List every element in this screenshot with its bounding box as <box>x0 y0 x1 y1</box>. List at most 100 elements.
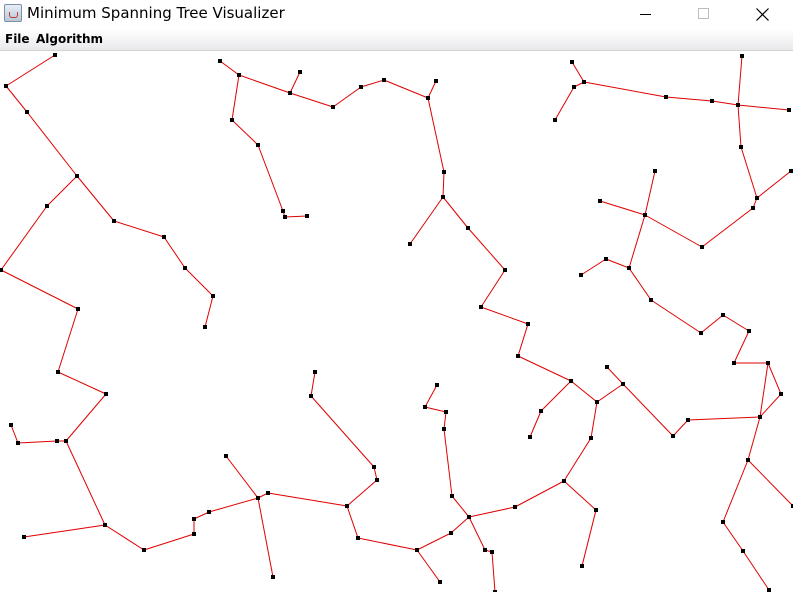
graph-node[interactable] <box>382 78 386 82</box>
graph-node[interactable] <box>767 588 771 592</box>
graph-node[interactable] <box>589 436 593 440</box>
graph-node[interactable] <box>426 96 430 100</box>
graph-node[interactable] <box>271 575 275 579</box>
graph-node[interactable] <box>256 143 260 147</box>
graph-node[interactable] <box>55 439 59 443</box>
graph-node[interactable] <box>627 266 631 270</box>
graph-node[interactable] <box>444 410 448 414</box>
graph-node[interactable] <box>553 118 557 122</box>
graph-node[interactable] <box>736 103 740 107</box>
graph-node[interactable] <box>309 394 313 398</box>
graph-node[interactable] <box>331 105 335 109</box>
graph-node[interactable] <box>142 548 146 552</box>
graph-node[interactable] <box>192 532 196 536</box>
graph-node[interactable] <box>224 454 228 458</box>
graph-node[interactable] <box>513 505 517 509</box>
graph-node[interactable] <box>192 517 196 521</box>
graph-node[interactable] <box>755 196 759 200</box>
graph-node[interactable] <box>467 515 471 519</box>
graph-node[interactable] <box>579 273 583 277</box>
graph-node[interactable] <box>582 80 586 84</box>
graph-node[interactable] <box>479 305 483 309</box>
graph-node[interactable] <box>721 313 725 317</box>
graph-node[interactable] <box>700 245 704 249</box>
graph-node[interactable] <box>686 418 690 422</box>
graph-node[interactable] <box>76 307 80 311</box>
graph-node[interactable] <box>298 70 302 74</box>
menu-file[interactable]: File <box>5 32 30 46</box>
graph-node[interactable] <box>207 510 211 514</box>
graph-node[interactable] <box>605 365 609 369</box>
graph-node[interactable] <box>441 195 445 199</box>
graph-node[interactable] <box>664 95 668 99</box>
graph-node[interactable] <box>305 214 309 218</box>
graph-node[interactable] <box>621 382 625 386</box>
graph-node[interactable] <box>721 520 725 524</box>
graph-node[interactable] <box>503 268 507 272</box>
graph-node[interactable] <box>516 354 520 358</box>
graph-node[interactable] <box>595 400 599 404</box>
graph-node[interactable] <box>25 110 29 114</box>
graph-node[interactable] <box>356 536 360 540</box>
graph-node[interactable] <box>237 73 241 77</box>
graph-node[interactable] <box>9 423 13 427</box>
graph-node[interactable] <box>103 523 107 527</box>
graph-node[interactable] <box>526 322 530 326</box>
graph-node[interactable] <box>483 548 487 552</box>
graph-node[interactable] <box>710 99 714 103</box>
graph-node[interactable] <box>751 206 755 210</box>
graph-node[interactable] <box>572 85 576 89</box>
graph-node[interactable] <box>528 435 532 439</box>
graph-node[interactable] <box>408 242 412 246</box>
graph-node[interactable] <box>490 550 494 554</box>
graph-node[interactable] <box>375 478 379 482</box>
graph-node[interactable] <box>449 531 453 535</box>
graph-node[interactable] <box>598 199 602 203</box>
graph-node[interactable] <box>162 235 166 239</box>
graph-node[interactable] <box>442 170 446 174</box>
graph-node[interactable] <box>438 580 442 584</box>
graph-node[interactable] <box>112 219 116 223</box>
graph-canvas[interactable] <box>0 51 793 594</box>
graph-node[interactable] <box>283 215 287 219</box>
graph-node[interactable] <box>345 504 349 508</box>
graph-node[interactable] <box>466 226 470 230</box>
graph-node[interactable] <box>741 549 745 553</box>
graph-node[interactable] <box>671 434 675 438</box>
graph-node[interactable] <box>570 60 574 64</box>
graph-node[interactable] <box>594 508 598 512</box>
graph-node[interactable] <box>22 535 26 539</box>
graph-node[interactable] <box>699 331 703 335</box>
graph-node[interactable] <box>435 383 439 387</box>
graph-node[interactable] <box>758 415 762 419</box>
graph-node[interactable] <box>45 204 49 208</box>
minimize-button[interactable] <box>623 0 669 28</box>
graph-node[interactable] <box>539 409 543 413</box>
graph-node[interactable] <box>787 108 791 112</box>
graph-node[interactable] <box>434 79 438 83</box>
graph-node[interactable] <box>218 59 222 63</box>
graph-node[interactable] <box>746 458 750 462</box>
graph-node[interactable] <box>739 145 743 149</box>
graph-node[interactable] <box>779 392 783 396</box>
graph-node[interactable] <box>766 361 770 365</box>
close-button[interactable] <box>739 0 785 28</box>
maximize-button[interactable] <box>681 0 727 28</box>
graph-node[interactable] <box>16 441 20 445</box>
graph-node[interactable] <box>789 169 793 173</box>
graph-node[interactable] <box>732 361 736 365</box>
graph-node[interactable] <box>0 268 3 272</box>
graph-node[interactable] <box>740 54 744 58</box>
graph-node[interactable] <box>230 118 234 122</box>
graph-node[interactable] <box>64 439 68 443</box>
graph-node[interactable] <box>450 494 454 498</box>
graph-node[interactable] <box>183 266 187 270</box>
graph-node[interactable] <box>415 548 419 552</box>
graph-node[interactable] <box>653 169 657 173</box>
graph-node[interactable] <box>203 325 207 329</box>
graph-node[interactable] <box>56 370 60 374</box>
graph-node[interactable] <box>649 298 653 302</box>
graph-node[interactable] <box>75 174 79 178</box>
graph-node[interactable] <box>4 84 8 88</box>
graph-node[interactable] <box>747 329 751 333</box>
